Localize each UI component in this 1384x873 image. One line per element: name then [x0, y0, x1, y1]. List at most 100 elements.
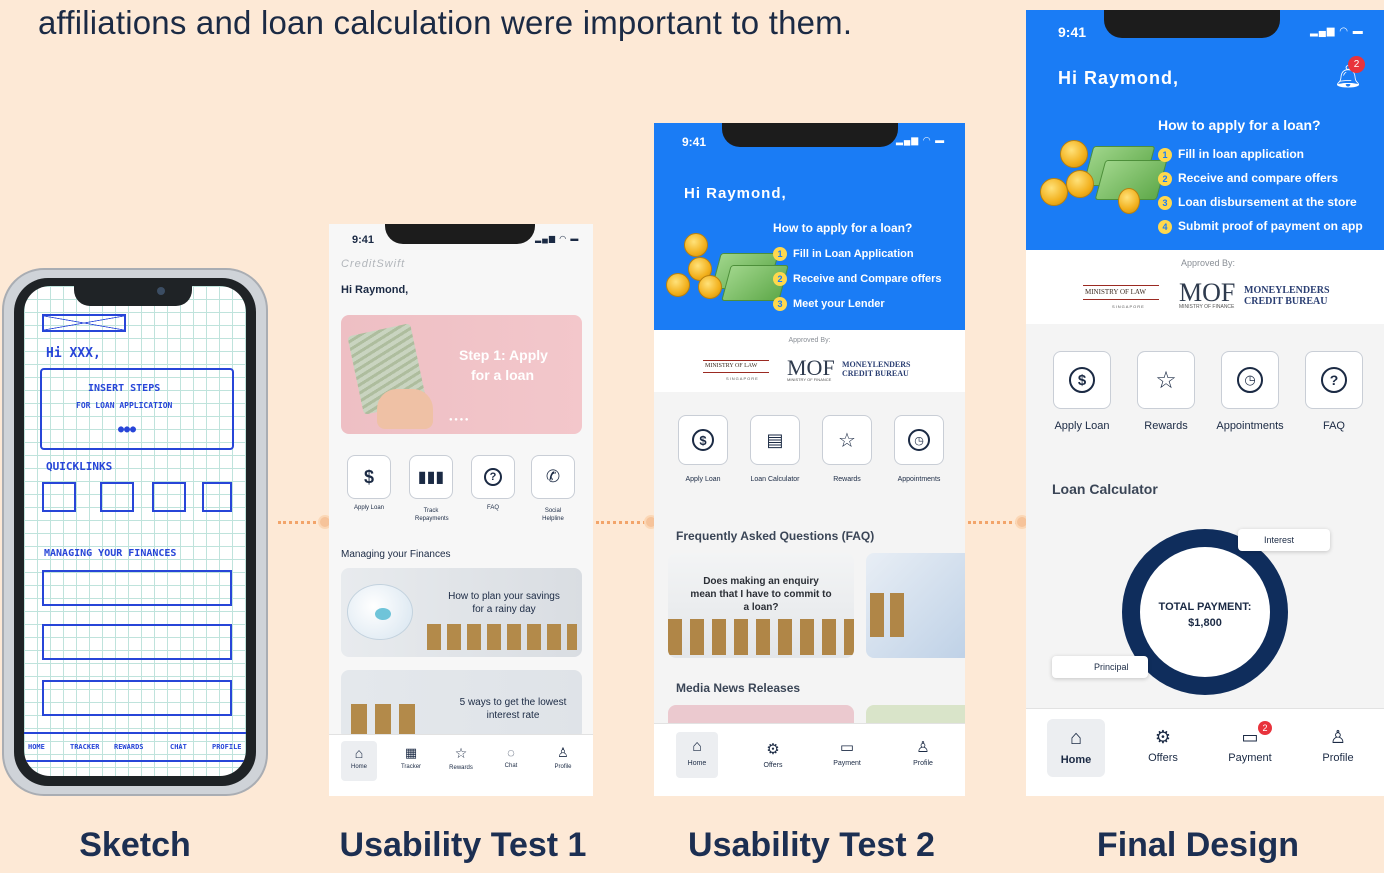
ministry-of-law-logo: MINISTRY OF LAW	[1083, 285, 1159, 300]
ut2-nav-label: Payment	[833, 760, 861, 767]
step-number-icon: 1	[773, 247, 787, 261]
final-nav-label: Offers	[1148, 752, 1178, 764]
ut2-faq-card[interactable]: Does making an enquiry mean that I have …	[668, 553, 854, 658]
ut1-nav-home[interactable]: ⌂ Home	[339, 745, 379, 770]
ut2-quicklink-appointments[interactable]: ◷	[894, 415, 944, 465]
ut1-banner-line2: for a loan	[471, 367, 535, 383]
ut1-nav-profile[interactable]: ♙ Profile	[543, 745, 583, 770]
ministry-of-law-logo: MINISTRY OF LAW	[703, 360, 769, 373]
ut2-step-text: Meet your Lender	[793, 297, 885, 310]
final-time: 9:41	[1058, 24, 1087, 40]
final-step: 1 Fill in loan application	[1158, 147, 1304, 162]
final-greeting: Hi Raymond,	[1058, 68, 1180, 88]
ut1-article-card[interactable]: How to plan your savings for a rainy day	[341, 568, 582, 657]
ut1-quicklink-label: Social Helpline	[542, 508, 564, 522]
sketch-nav-rewards: REWARDS	[114, 743, 144, 751]
ut2-navbar: ⌂ Home ⚙ Offers ▭ Payment ♙ Profile	[654, 723, 965, 796]
sketch-steps-line1: INSERT STEPS	[88, 383, 161, 394]
question-icon: ?	[484, 468, 502, 486]
final-quicklink-appointments[interactable]: ◷	[1221, 351, 1279, 409]
ut2-faq-card-partial[interactable]	[866, 553, 965, 658]
final-quicklink-apply-loan[interactable]: $	[1053, 351, 1111, 409]
ut2-status-icons: ▂▄▆ ◠ ▬	[896, 135, 946, 145]
law-logo-sub: SINGAPORE	[726, 376, 759, 381]
final-calc-title: Loan Calculator	[1052, 481, 1158, 497]
ut1-banner[interactable]: Step 1: Apply for a loan ● ● ● ●	[341, 315, 582, 434]
sketch-nav-home: HOME	[28, 743, 45, 751]
notification-badge: 2	[1348, 56, 1365, 73]
final-quicklink-faq[interactable]: ?	[1305, 351, 1363, 409]
coin-stack-image	[427, 624, 577, 650]
ut1-banner-line1: Step 1: Apply	[459, 347, 548, 363]
ut2-quicklink-label: Appointments	[897, 476, 941, 483]
question-icon: ?	[1321, 367, 1347, 393]
coin-stack-image	[870, 593, 910, 637]
ut2-nav-profile[interactable]: ♙ Profile	[900, 738, 946, 767]
ut1-quicklink-track-repayments[interactable]: ▮▮▮	[409, 455, 453, 499]
ut1-quicklink-label: Track Repayments	[415, 508, 449, 522]
final-quicklink-rewards[interactable]: ☆	[1137, 351, 1195, 409]
ut2-time: 9:41	[682, 135, 707, 149]
ut1-quicklink-faq[interactable]: ?	[471, 455, 515, 499]
law-logo-text: MINISTRY OF LAW	[1085, 288, 1147, 296]
coin-stack-image	[668, 619, 854, 655]
final-nav-offers[interactable]: ⚙ Offers	[1133, 727, 1193, 764]
clock-icon: ◷	[908, 429, 930, 451]
ut2-quicklink-rewards[interactable]: ☆	[822, 415, 872, 465]
sketch-article-row	[42, 624, 232, 660]
sketch-quicklink-box	[42, 482, 76, 512]
ut2-nav-home[interactable]: ⌂ Home	[674, 738, 720, 767]
ut1-brand: CreditSwift	[341, 258, 406, 270]
final-step-text: Loan disbursement at the store	[1178, 195, 1357, 209]
dollar-icon: $	[692, 429, 714, 451]
ut1-notch	[385, 224, 535, 244]
final-step: 2 Receive and compare offers	[1158, 171, 1338, 186]
ut2-screen: 9:41 ▂▄▆ ◠ ▬ Hi Raymond, How to apply fo…	[654, 123, 965, 796]
ut2-step: 1 Fill in Loan Application	[773, 247, 914, 261]
ut1-nav-rewards[interactable]: ☆ Rewards	[441, 745, 481, 771]
ut2-how-title: How to apply for a loan?	[773, 221, 913, 235]
wallet-icon: ▭	[839, 739, 855, 756]
connector-line	[596, 521, 646, 524]
caption-ut2: Usability Test 2	[688, 826, 935, 864]
ut1-article-card[interactable]: 5 ways to get the lowest interest rate	[341, 670, 582, 740]
coin-image	[1040, 178, 1068, 206]
profile-icon: ♙	[916, 739, 930, 756]
coin-image	[684, 233, 708, 257]
piggy-snout	[375, 608, 391, 620]
sketch-quicklink-box	[152, 482, 186, 512]
ut1-nav-label: Rewards	[449, 765, 473, 771]
ut1-quicklink-apply-loan[interactable]: $	[347, 455, 391, 499]
ut1-nav-tracker[interactable]: ▦ Tracker	[391, 745, 431, 770]
star-icon: ☆	[838, 429, 856, 452]
final-nav-home[interactable]: ⌂ Home	[1046, 727, 1106, 766]
ut1-time: 9:41	[352, 234, 375, 246]
ut2-quicklink-loan-calculator[interactable]: ▤	[750, 415, 800, 465]
ut2-nav-payment[interactable]: ▭ Payment	[824, 738, 870, 767]
final-nav-payment[interactable]: ▭ Payment	[1220, 727, 1280, 764]
final-total-value: $1,800	[1188, 617, 1222, 629]
ut2-faq-title: Frequently Asked Questions (FAQ)	[676, 529, 875, 543]
final-quicklink-label: FAQ	[1322, 420, 1345, 432]
ut1-quicklink-social-helpline[interactable]: ✆	[531, 455, 575, 499]
ut1-quicklink-label: Apply Loan	[353, 505, 385, 511]
sketch-camera	[157, 287, 165, 295]
connector-line	[278, 521, 322, 524]
bar-chart-icon: ▮▮▮	[417, 469, 445, 486]
sketch-quicklink-box	[100, 482, 134, 512]
ut2-nav-offers[interactable]: ⚙ Offers	[750, 740, 796, 769]
ut1-nav-label: Profile	[554, 764, 572, 770]
ut1-nav-chat[interactable]: ◌ Chat	[491, 745, 531, 769]
payment-badge: 2	[1258, 721, 1272, 735]
sketch-managing-title: MANAGING YOUR FINANCES	[44, 548, 177, 559]
coin-image	[666, 273, 690, 297]
ut2-quicklink-apply-loan[interactable]: $	[678, 415, 728, 465]
final-step-text: Receive and compare offers	[1178, 171, 1339, 185]
caption-sketch: Sketch	[79, 826, 191, 864]
ut2-quicklink-label: Apply Loan	[685, 476, 721, 483]
final-nav-profile[interactable]: ♙ Profile	[1308, 727, 1368, 764]
coin-image	[1060, 140, 1088, 168]
sketch-greeting: Hi XXX,	[46, 346, 101, 361]
star-icon: ☆	[1155, 366, 1177, 394]
ut2-media-title: Media News Releases	[676, 681, 801, 695]
